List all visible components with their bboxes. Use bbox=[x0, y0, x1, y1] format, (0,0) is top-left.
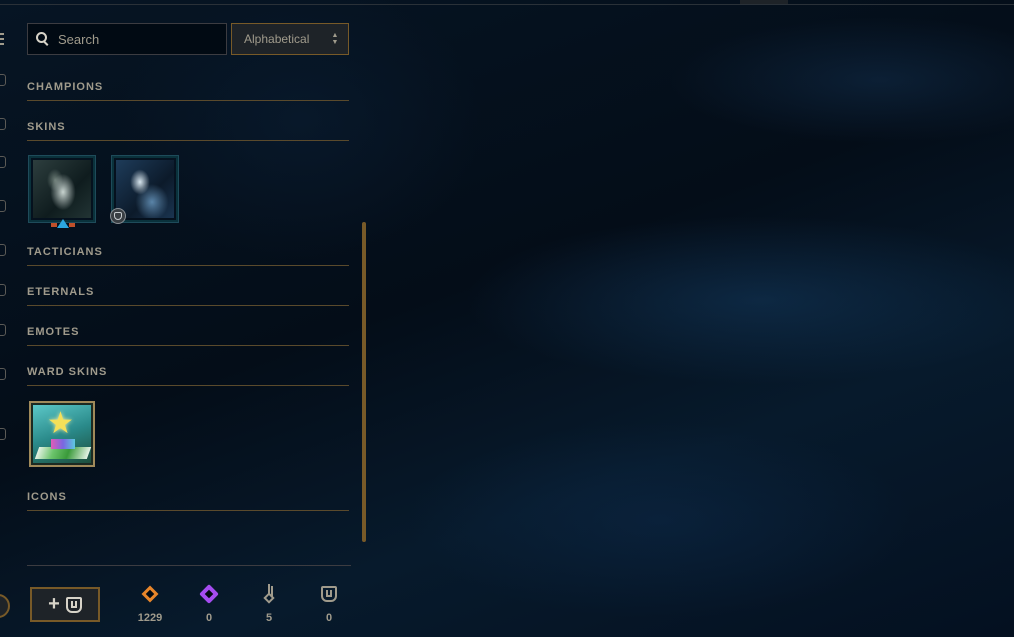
nav-icon[interactable] bbox=[0, 74, 6, 86]
category-champions[interactable]: CHAMPIONS bbox=[27, 81, 349, 101]
nav-icon[interactable] bbox=[0, 428, 6, 440]
chroma-icon bbox=[110, 208, 126, 224]
nav-icon[interactable] bbox=[0, 156, 6, 168]
footer-divider bbox=[27, 565, 351, 566]
currency-ward-tokens: 0 bbox=[307, 582, 351, 624]
plus-icon: + bbox=[48, 593, 60, 615]
currency-value: 5 bbox=[265, 612, 273, 624]
menu-icon[interactable] bbox=[0, 33, 4, 47]
skin-tile[interactable] bbox=[110, 155, 179, 224]
rarity-gem-icon bbox=[57, 219, 69, 228]
search-field[interactable] bbox=[27, 23, 227, 55]
skin-portrait-icon bbox=[116, 160, 174, 218]
sort-arrows-icon: ▲ ▼ bbox=[331, 32, 339, 46]
skin-portrait-icon bbox=[33, 160, 91, 218]
add-ward-icon bbox=[65, 596, 82, 613]
nav-icon[interactable] bbox=[0, 284, 6, 296]
category-skins[interactable]: SKINS bbox=[27, 121, 349, 141]
left-navigation-rail bbox=[0, 0, 10, 637]
nav-icon[interactable] bbox=[0, 244, 6, 256]
mythic-essence-icon bbox=[199, 584, 219, 604]
currency-value: 0 bbox=[325, 612, 333, 624]
ward-block-shape bbox=[51, 439, 75, 449]
search-input[interactable] bbox=[56, 30, 220, 48]
category-emotes[interactable]: EMOTES bbox=[27, 326, 349, 346]
ward-token-icon bbox=[321, 586, 337, 602]
scrollbar-thumb[interactable] bbox=[362, 222, 366, 542]
nav-icon[interactable] bbox=[0, 368, 6, 380]
star-icon: ★ bbox=[47, 407, 74, 440]
sort-dropdown[interactable]: Alphabetical ▲ ▼ bbox=[231, 23, 349, 55]
search-icon bbox=[36, 32, 50, 46]
key-icon bbox=[265, 584, 273, 604]
nav-icon[interactable] bbox=[0, 118, 6, 130]
sort-dropdown-value: Alphabetical bbox=[244, 32, 310, 46]
top-border bbox=[0, 4, 1014, 5]
currency-blue-essence: 1229 bbox=[128, 582, 172, 624]
category-ward-skins[interactable]: WARD SKINS bbox=[27, 366, 349, 386]
category-eternals[interactable]: ETERNALS bbox=[27, 286, 349, 306]
nav-icon[interactable] bbox=[0, 324, 6, 336]
category-icons[interactable]: ICONS bbox=[27, 491, 349, 511]
add-ward-button[interactable]: + bbox=[30, 587, 100, 622]
ward-skin-tile[interactable]: ★ bbox=[29, 401, 95, 467]
nav-icon[interactable] bbox=[0, 200, 6, 212]
skin-tile[interactable] bbox=[28, 155, 96, 228]
currency-mythic-essence: 0 bbox=[187, 582, 231, 624]
currency-value: 1229 bbox=[137, 612, 163, 624]
star-ward-icon: ★ bbox=[33, 405, 92, 463]
top-tab-indicator bbox=[740, 0, 788, 4]
blue-essence-icon bbox=[141, 585, 159, 603]
currency-keys: 5 bbox=[247, 582, 291, 624]
category-tacticians[interactable]: TACTICIANS bbox=[27, 246, 349, 266]
currency-value: 0 bbox=[205, 612, 213, 624]
